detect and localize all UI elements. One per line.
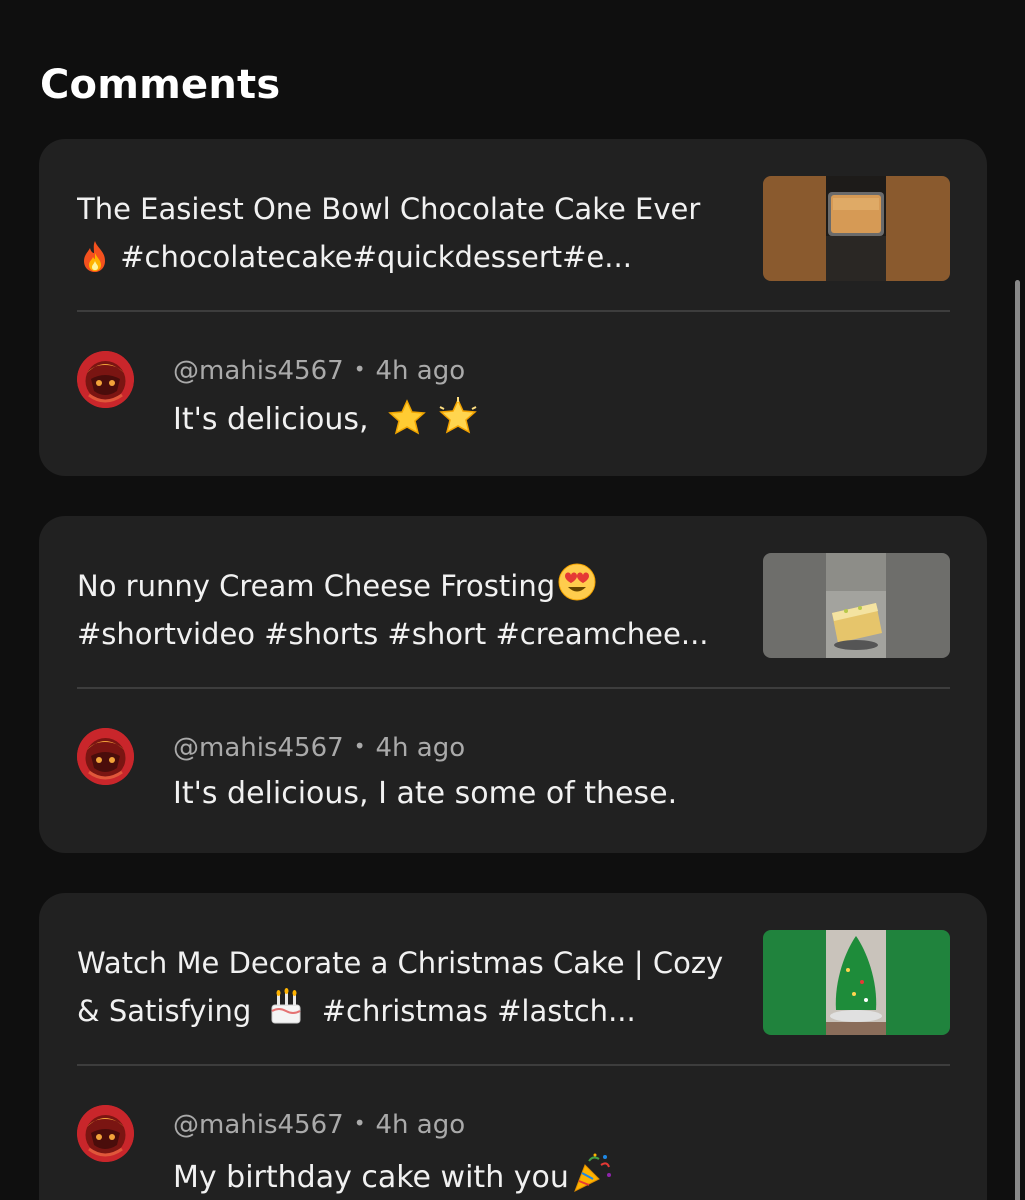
video-title-text: The Easiest One Bowl Chocolate Cake Ever — [77, 192, 701, 226]
video-thumbnail[interactable] — [763, 553, 950, 658]
meta-separator: • — [353, 1111, 366, 1135]
meta-separator: • — [353, 357, 366, 381]
scrollbar[interactable] — [1015, 280, 1020, 1200]
avatar[interactable] — [77, 728, 134, 785]
user-avatar-image — [77, 1105, 134, 1162]
video-title[interactable]: Watch Me Decorate a Christmas Cake | Coz… — [77, 939, 727, 1035]
party-popper-emoji-icon — [573, 1153, 611, 1193]
video-thumbnail[interactable] — [763, 930, 950, 1035]
comment-body: My birthday cake with you — [173, 1160, 569, 1195]
video-title-hashtags: #shortvideo #shorts #short #creamchee... — [77, 617, 709, 651]
page-title: Comments — [40, 62, 281, 108]
comment-author[interactable]: @mahis4567 — [173, 1110, 344, 1140]
glowing-star-emoji-icon — [438, 397, 477, 434]
comment-body: It's delicious, I ate some of these. — [173, 776, 678, 811]
heart-eyes-emoji-icon — [558, 563, 596, 601]
video-title[interactable]: The Easiest One Bowl Chocolate Cake Ever… — [77, 185, 727, 281]
comment-meta: @mahis4567 • 4h ago — [173, 351, 465, 389]
user-avatar-image — [77, 351, 134, 408]
comment-card[interactable]: No runny Cream Cheese Frosting #shortvid… — [39, 516, 987, 853]
comment-text: My birthday cake with you — [173, 1151, 613, 1198]
comment-text: It's delicious, I ate some of these. — [173, 774, 677, 814]
meta-separator: • — [353, 734, 366, 758]
fire-emoji-icon — [84, 241, 105, 272]
comment-time: 4h ago — [375, 733, 466, 763]
avatar[interactable] — [77, 1105, 134, 1162]
video-title-text: No runny Cream Cheese Frosting — [77, 569, 556, 603]
star-emoji-icon — [388, 399, 426, 435]
christmas-cake-image — [826, 930, 886, 1035]
comment-author[interactable]: @mahis4567 — [173, 733, 344, 763]
comment-body: It's delicious, — [173, 402, 369, 437]
comment-time: 4h ago — [375, 1110, 466, 1140]
avatar[interactable] — [77, 351, 134, 408]
comment-time: 4h ago — [375, 356, 466, 386]
comment-card[interactable]: Watch Me Decorate a Christmas Cake | Coz… — [39, 893, 987, 1200]
video-thumbnail[interactable] — [763, 176, 950, 281]
comment-author[interactable]: @mahis4567 — [173, 356, 344, 386]
thumbnail-frame — [826, 553, 886, 658]
birthday-cake-emoji-icon — [271, 988, 301, 1024]
divider — [77, 310, 950, 312]
comments-page: Comments The Easiest One Bowl Chocolate … — [0, 0, 1025, 1200]
video-title[interactable]: No runny Cream Cheese Frosting #shortvid… — [77, 562, 727, 658]
cake-pan-image — [826, 176, 886, 281]
comment-text: It's delicious, — [173, 397, 478, 440]
video-title-hashtags: #chocolatecake#quickdessert#e... — [120, 240, 632, 274]
lemon-cake-image — [826, 553, 886, 658]
divider — [77, 1064, 950, 1066]
thumbnail-frame — [826, 176, 886, 281]
thumbnail-frame — [826, 930, 886, 1035]
user-avatar-image — [77, 728, 134, 785]
comment-meta: @mahis4567 • 4h ago — [173, 728, 465, 766]
comment-card[interactable]: The Easiest One Bowl Chocolate Cake Ever… — [39, 139, 987, 476]
video-title-hashtags: #christmas #lastch... — [321, 994, 636, 1028]
divider — [77, 687, 950, 689]
comment-meta: @mahis4567 • 4h ago — [173, 1105, 465, 1143]
